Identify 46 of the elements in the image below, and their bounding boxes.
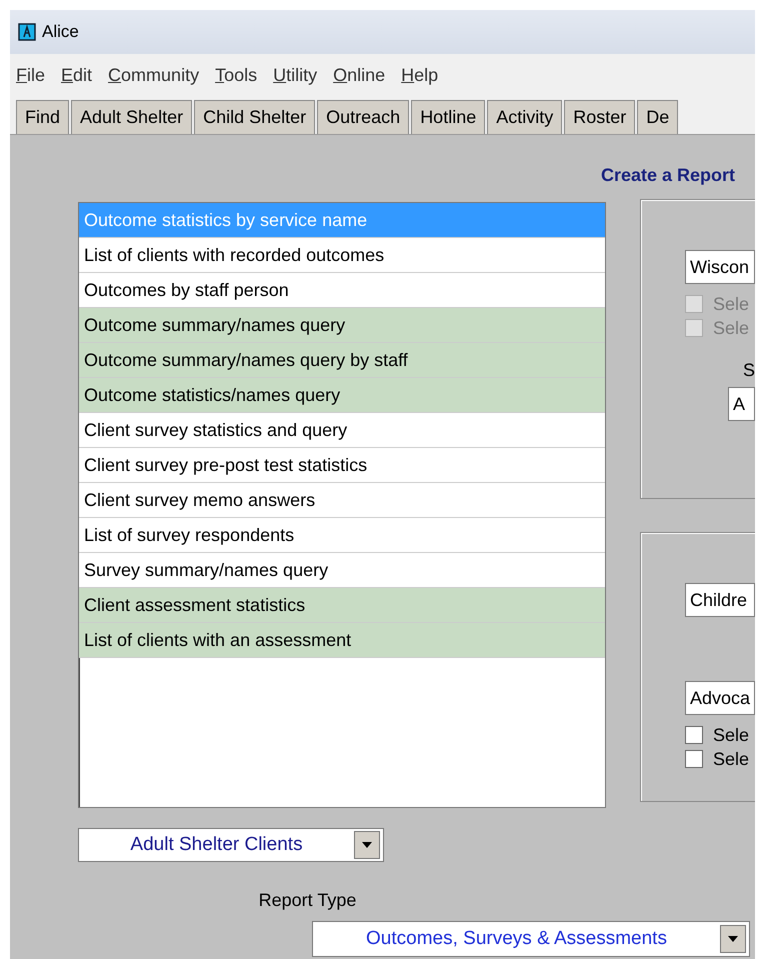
page-heading: Create a Report (600, 165, 736, 186)
app-icon (18, 23, 36, 41)
tab[interactable]: Child Shelter (194, 100, 316, 134)
menu-item[interactable]: Community (108, 64, 200, 86)
tab[interactable]: Find (16, 100, 70, 134)
client-dropdown[interactable]: Adult Shelter Clients (78, 828, 384, 862)
report-type-label: Report Type (258, 890, 358, 911)
checkbox-label: Sele (713, 318, 750, 338)
checkbox-label: Sele (713, 294, 750, 314)
report-list-item[interactable]: List of clients with an assessment (79, 623, 605, 658)
report-type-dropdown[interactable]: Outcomes, Surveys & Assessments (312, 921, 750, 957)
report-list-item[interactable]: Client assessment statistics (79, 588, 605, 623)
menu-item[interactable]: Online (333, 64, 386, 86)
report-list-item[interactable]: Survey summary/names query (79, 553, 605, 588)
menu-item[interactable]: File (16, 64, 46, 86)
report-list-item[interactable]: List of survey respondents (79, 518, 605, 553)
window-title: Alice (42, 22, 79, 42)
caret-icon (727, 935, 739, 943)
tab[interactable]: Hotline (411, 100, 486, 134)
tab[interactable]: Adult Shelter (71, 100, 192, 134)
report-list-item[interactable]: Outcome summary/names query by staff (79, 343, 605, 378)
report-list-item[interactable]: Outcome statistics/names query (79, 378, 605, 413)
text-field[interactable]: Wiscon (685, 250, 755, 284)
menu-item[interactable]: Edit (61, 64, 92, 86)
tab[interactable]: Outreach (317, 100, 410, 134)
menu-item[interactable]: Help (401, 64, 438, 86)
checkbox-label: Sele (713, 748, 750, 770)
checkbox[interactable] (685, 750, 703, 768)
report-list-item[interactable]: Client survey pre-post test statistics (79, 448, 605, 483)
tab[interactable]: Roster (564, 100, 636, 134)
report-list-item[interactable]: Client survey memo answers (79, 483, 605, 518)
text-field[interactable]: Advoca (685, 681, 755, 715)
menu-item[interactable]: Tools (215, 64, 258, 86)
tab[interactable]: De (637, 100, 678, 134)
report-list-item[interactable]: List of clients with recorded outcomes (79, 238, 605, 273)
tab[interactable]: Activity (487, 100, 562, 134)
report-list-item[interactable]: Outcome summary/names query (79, 308, 605, 343)
report-list-item[interactable]: Outcomes by staff person (79, 273, 605, 308)
text-field[interactable]: A (728, 387, 755, 421)
menu-item[interactable]: Utility (273, 64, 318, 86)
field-label: S (742, 360, 755, 381)
caret-icon (361, 841, 373, 849)
checkbox-label: Sele (713, 724, 750, 746)
checkbox[interactable] (685, 726, 703, 744)
report-list-item[interactable]: Client survey statistics and query (79, 413, 605, 448)
text-field[interactable]: Childre (685, 583, 755, 617)
